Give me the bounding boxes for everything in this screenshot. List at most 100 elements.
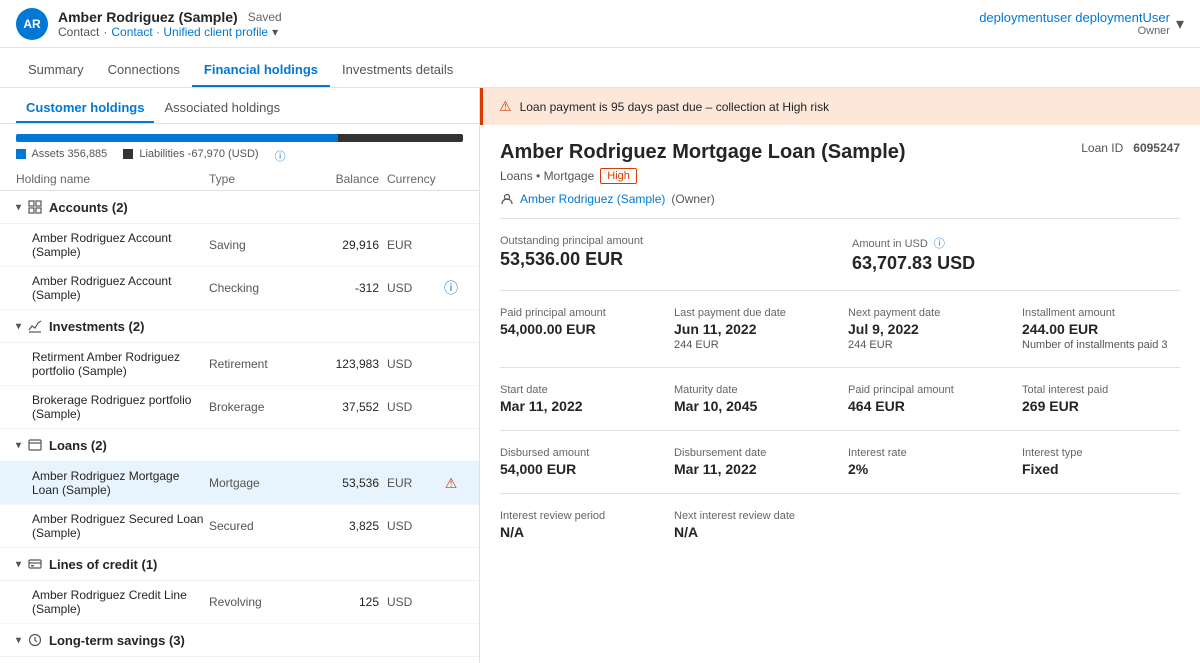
legend-liabilities-label: Liabilities <box>139 148 187 160</box>
interest-type-value: Fixed <box>1022 461 1180 477</box>
investment-2-type: Brokerage <box>209 400 309 414</box>
loans-icon <box>27 437 43 453</box>
tab-connections[interactable]: Connections <box>96 54 192 87</box>
col-header-type: Type <box>209 172 309 186</box>
last-payment-value: Jun 11, 2022 <box>674 321 832 337</box>
header-saved: Saved <box>248 10 282 24</box>
field-outstanding: Outstanding principal amount 53,536.00 E… <box>500 235 828 274</box>
loan-1-name: Amber Rodriguez Mortgage Loan (Sample) <box>32 469 209 497</box>
next-review-value: N/A <box>674 524 832 540</box>
loan-row-1[interactable]: Amber Rodriguez Mortgage Loan (Sample) M… <box>0 462 479 505</box>
section-long-term-savings[interactable]: ▾ Long-term savings (3) <box>0 624 479 657</box>
account-row-1[interactable]: Amber Rodriguez Account (Sample) Saving … <box>0 224 479 267</box>
header-left: AR Amber Rodriguez (Sample) Saved Contac… <box>16 8 282 40</box>
account-2-balance: -312 <box>309 281 379 295</box>
legend-assets: Assets 356,885 <box>16 148 107 164</box>
left-panel: Customer holdings Associated holdings As… <box>0 88 480 663</box>
investment-2-name: Brokerage Rodriguez portfolio (Sample) <box>32 393 209 421</box>
field-start-date: Start date Mar 11, 2022 <box>500 384 658 414</box>
header-username[interactable]: deploymentuser deploymentUser <box>979 10 1170 25</box>
progress-legend: Assets 356,885 Liabilities -67,970 (USD)… <box>16 148 463 164</box>
tab-investments-details[interactable]: Investments details <box>330 54 465 87</box>
last-payment-label: Last payment due date <box>674 307 832 319</box>
account-1-name: Amber Rodriguez Account (Sample) <box>32 231 209 259</box>
investment-row-1[interactable]: Retirment Amber Rodriguez portfolio (Sam… <box>0 343 479 386</box>
owner-name: Amber Rodriguez (Sample) <box>520 192 665 206</box>
investment-row-2[interactable]: Brokerage Rodriguez portfolio (Sample) B… <box>0 386 479 429</box>
breadcrumb-tags: Loans • Mortgage High <box>500 168 1180 184</box>
header-dot: · <box>103 25 107 39</box>
disbursement-date-label: Disbursement date <box>674 447 832 459</box>
account-row-2[interactable]: Amber Rodriguez Account (Sample) Checkin… <box>0 267 479 310</box>
chevron-lts: ▾ <box>16 635 21 646</box>
investment-1-name: Retirment Amber Rodriguez portfolio (Sam… <box>32 350 209 378</box>
field-disbursement-date: Disbursement date Mar 11, 2022 <box>674 447 832 477</box>
loc-row-1[interactable]: Amber Rodriguez Credit Line (Sample) Rev… <box>0 581 479 624</box>
amount-usd-label: Amount in USD ⓘ <box>852 235 1180 251</box>
col-header-name: Holding name <box>16 172 209 186</box>
maturity-value: Mar 10, 2045 <box>674 398 832 414</box>
lts-row-1[interactable]: Amber Rodriguez Provident Fund (Sample) … <box>0 657 479 663</box>
main-content: Customer holdings Associated holdings As… <box>0 88 1200 663</box>
investment-1-currency: USD <box>379 357 439 371</box>
owner-label: (Owner) <box>671 192 714 206</box>
loc-1-currency: USD <box>379 595 439 609</box>
detail-content: Amber Rodriguez Mortgage Loan (Sample) L… <box>480 125 1200 556</box>
disbursed-value: 54,000 EUR <box>500 461 658 477</box>
account-2-info[interactable]: ⓘ <box>439 278 463 298</box>
col-header-currency: Currency <box>379 172 439 186</box>
account-1-type: Saving <box>209 238 309 252</box>
progress-section: Assets 356,885 Liabilities -67,970 (USD)… <box>0 124 479 168</box>
total-interest-value: 269 EUR <box>1022 398 1180 414</box>
tab-financial-holdings[interactable]: Financial holdings <box>192 54 330 87</box>
loan-row-2[interactable]: Amber Rodriguez Secured Loan (Sample) Se… <box>0 505 479 548</box>
section-loans[interactable]: ▾ Loans (2) <box>0 429 479 462</box>
account-2-type: Checking <box>209 281 309 295</box>
loan-1-balance: 53,536 <box>309 476 379 490</box>
loan-1-type: Mortgage <box>209 476 309 490</box>
nav-tabs: Summary Connections Financial holdings I… <box>0 48 1200 88</box>
disbursement-date-value: Mar 11, 2022 <box>674 461 832 477</box>
chevron-accounts: ▾ <box>16 202 21 213</box>
section-lts-label: Long-term savings (3) <box>49 633 185 648</box>
loan-1-warning: ⚠ <box>439 475 463 492</box>
field-amount-usd: Amount in USD ⓘ 63,707.83 USD <box>852 235 1180 274</box>
loc-1-balance: 125 <box>309 595 379 609</box>
header-contact-label: Contact <box>58 25 99 39</box>
installment-sub: Number of installments paid 3 <box>1022 339 1180 351</box>
field-paid-principal: Paid principal amount 54,000.00 EUR <box>500 307 658 351</box>
header-chevron-icon[interactable]: ▾ <box>1176 14 1184 34</box>
interest-rate-value: 2% <box>848 461 1006 477</box>
tab-summary[interactable]: Summary <box>16 54 96 87</box>
breadcrumb-text: Loans • Mortgage <box>500 169 594 183</box>
amount-usd-value: 63,707.83 USD <box>852 253 1180 274</box>
legend-assets-label: Assets <box>31 148 67 160</box>
legend-info-icon[interactable]: ⓘ <box>275 148 286 164</box>
next-payment-sub: 244 EUR <box>848 339 1006 351</box>
amount-usd-info[interactable]: ⓘ <box>934 238 945 250</box>
detail-row-4: Disbursed amount 54,000 EUR Disbursement… <box>500 447 1180 494</box>
section-accounts[interactable]: ▾ Accounts (2) <box>0 191 479 224</box>
section-lines-of-credit[interactable]: ▾ Lines of credit (1) <box>0 548 479 581</box>
alert-banner: ⚠ Loan payment is 95 days past due – col… <box>480 88 1200 125</box>
paid-principal2-label: Paid principal amount <box>848 384 1006 396</box>
chevron-investments: ▾ <box>16 321 21 332</box>
section-investments[interactable]: ▾ Investments (2) <box>0 310 479 343</box>
loan-id-value: 6095247 <box>1133 141 1180 155</box>
field-paid-principal-2: Paid principal amount 464 EUR <box>848 384 1006 414</box>
header-chevron: ▾ <box>272 25 278 39</box>
total-interest-label: Total interest paid <box>1022 384 1180 396</box>
sub-tab-customer-holdings[interactable]: Customer holdings <box>16 94 154 123</box>
alert-text: Loan payment is 95 days past due – colle… <box>520 100 830 114</box>
progress-liabilities <box>338 134 463 142</box>
investment-1-type: Retirement <box>209 357 309 371</box>
field-interest-type: Interest type Fixed <box>1022 447 1180 477</box>
interest-rate-label: Interest rate <box>848 447 1006 459</box>
investment-2-currency: USD <box>379 400 439 414</box>
outstanding-value: 53,536.00 EUR <box>500 249 828 270</box>
review-period-label: Interest review period <box>500 510 658 522</box>
detail-title-text: Amber Rodriguez Mortgage Loan (Sample) <box>500 141 906 164</box>
sub-tab-associated-holdings[interactable]: Associated holdings <box>154 94 290 123</box>
header-profile-link[interactable]: Contact · Unified client profile <box>111 25 268 39</box>
field-review-period: Interest review period N/A <box>500 510 658 540</box>
